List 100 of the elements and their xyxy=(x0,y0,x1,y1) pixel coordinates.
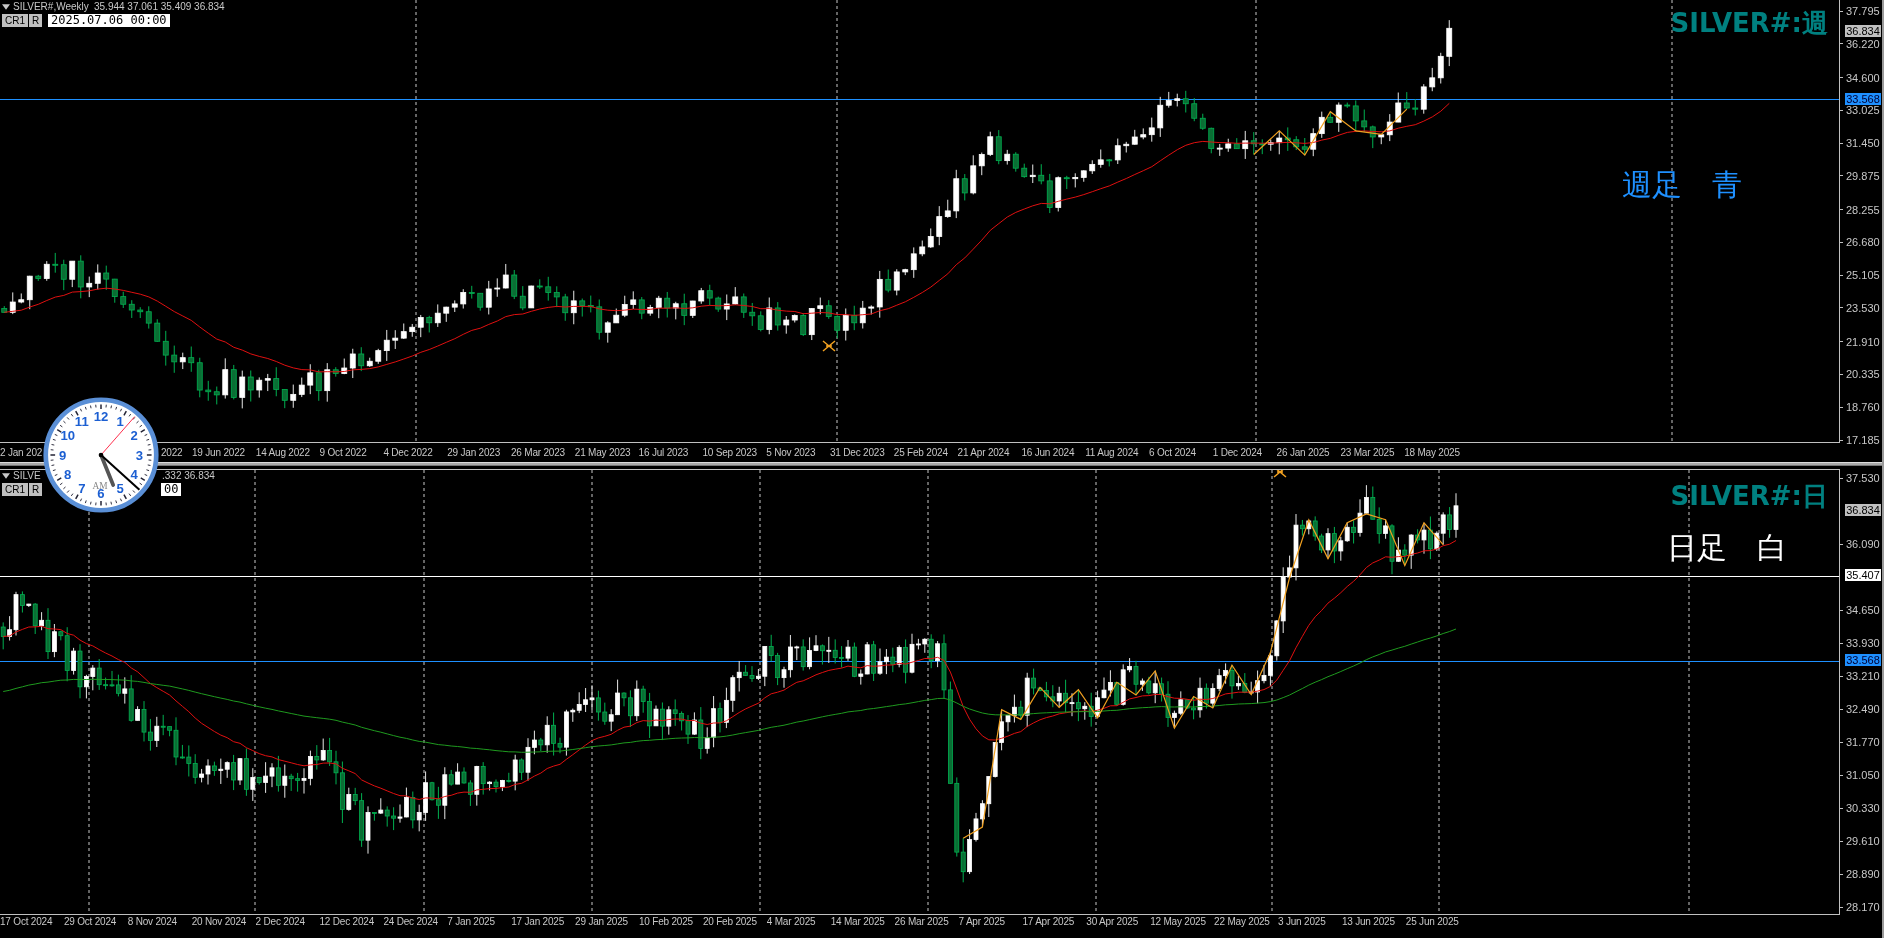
date-label: 22 May 2025 xyxy=(1214,915,1270,928)
ohlc-values: 35.944 37.061 35.409 36.834 xyxy=(94,1,225,13)
price-label: 28.170 xyxy=(1846,901,1880,913)
chart-note: 週足 青 xyxy=(1622,168,1742,202)
chart-title: SILVER#:日 xyxy=(1670,481,1828,511)
date-label: 1 Dec 2024 xyxy=(1212,446,1262,459)
clock-numeral: 1 xyxy=(116,414,124,430)
date-label: 29 Jan 2025 xyxy=(575,915,628,928)
date-label: 21 May 2023 xyxy=(574,446,631,459)
toolbar-button[interactable]: CR1 xyxy=(2,14,28,27)
date-label: 10 Feb 2025 xyxy=(639,915,693,928)
date-label: 16 Jul 2023 xyxy=(638,446,689,459)
date-label: 29 Oct 2024 xyxy=(63,915,117,928)
price-label: 28.890 xyxy=(1846,868,1880,880)
date-label: 5 Nov 2023 xyxy=(766,446,816,459)
price-label: 17.185 xyxy=(1846,434,1880,446)
price-label: 33.930 xyxy=(1846,637,1880,649)
clock-numeral: 9 xyxy=(58,447,67,463)
price-label: 33.210 xyxy=(1846,670,1880,682)
clock-numeral: 5 xyxy=(116,480,124,496)
price-label: 30.330 xyxy=(1846,802,1880,814)
date-label: 19 Jun 2022 xyxy=(192,446,245,459)
date-label: 17 Jan 2025 xyxy=(511,915,565,928)
price-label: 34.600 xyxy=(1846,71,1880,84)
clock-numeral: 11 xyxy=(74,414,89,430)
price-label: 37.795 xyxy=(1846,5,1880,17)
price-label: 28.255 xyxy=(1846,203,1880,216)
date-label: 25 Jun 2025 xyxy=(1405,915,1459,928)
date-label: 2022 xyxy=(161,446,183,459)
date-field[interactable]: 00 xyxy=(161,483,182,496)
price-label: 34.650 xyxy=(1846,604,1880,616)
price-label: 33.025 xyxy=(1846,104,1880,117)
clock-numeral: 3 xyxy=(135,447,144,463)
price-badge: 33.568 xyxy=(1845,654,1881,666)
toolbar-button[interactable]: R xyxy=(29,483,43,496)
date-label: 14 Mar 2025 xyxy=(830,915,885,928)
date-label: 20 Feb 2025 xyxy=(702,915,757,928)
chart-title: SILVER#:週 xyxy=(1670,8,1828,38)
price-label: 20.335 xyxy=(1846,368,1880,381)
toolbar-button[interactable]: R xyxy=(29,14,43,27)
price-badge: 36.834 xyxy=(1845,25,1881,37)
date-label: 17 Oct 2024 xyxy=(0,915,53,928)
date-label: 8 Nov 2024 xyxy=(127,915,177,928)
price-label: 32.490 xyxy=(1846,703,1880,715)
date-label: 7 Jan 2025 xyxy=(447,915,495,928)
price-label: 37.530 xyxy=(1846,472,1880,484)
date-field[interactable]: 2025.07.06 00:00 xyxy=(48,14,170,27)
clock-numeral: 4 xyxy=(130,466,138,482)
date-label: 2 Dec 2024 xyxy=(255,915,305,928)
chart-note: 日足 白 xyxy=(1667,531,1787,565)
date-label: 4 Mar 2025 xyxy=(766,915,816,928)
date-label: 21 Apr 2024 xyxy=(957,446,1010,459)
date-label: 3 Jun 2025 xyxy=(1278,915,1326,928)
date-label: 12 May 2025 xyxy=(1150,915,1206,928)
toolbar-button[interactable]: CR1 xyxy=(2,483,28,496)
date-label: 26 Jan 2025 xyxy=(1276,446,1330,459)
price-label: 29.610 xyxy=(1846,835,1880,847)
price-badge: 33.568 xyxy=(1845,93,1881,105)
price-label: 23.530 xyxy=(1846,301,1880,314)
date-label: 29 Jan 2023 xyxy=(447,446,501,459)
date-label: 13 Jun 2025 xyxy=(1341,915,1395,928)
date-label: 9 Oct 2022 xyxy=(319,446,367,459)
date-label: 16 Jun 2024 xyxy=(1021,446,1075,459)
date-label: 17 Apr 2025 xyxy=(1022,915,1075,928)
ohlc-values: .332 36.834 xyxy=(162,470,215,482)
price-label: 18.760 xyxy=(1846,401,1880,414)
date-label: 25 Feb 2024 xyxy=(893,446,948,459)
price-badge: 35.407 xyxy=(1845,569,1881,581)
price-label: 36.090 xyxy=(1846,538,1880,550)
price-label: 36.220 xyxy=(1846,37,1880,50)
price-label: 25.105 xyxy=(1846,269,1880,282)
date-label: 30 Apr 2025 xyxy=(1086,915,1139,928)
clock-numeral: 8 xyxy=(64,466,72,482)
date-label: 20 Nov 2024 xyxy=(191,915,247,928)
date-label: 12 Dec 2024 xyxy=(319,915,374,928)
clock-numeral: 12 xyxy=(93,409,109,425)
price-label: 31.450 xyxy=(1846,137,1880,150)
symbol-label: SILVE xyxy=(13,470,41,482)
price-label: 26.680 xyxy=(1846,236,1880,249)
price-label: 31.770 xyxy=(1846,736,1880,748)
date-label: 14 Aug 2022 xyxy=(255,446,310,459)
date-label: 26 Mar 2025 xyxy=(894,915,949,928)
clock-numeral: 2 xyxy=(130,428,138,444)
date-label: 10 Sep 2023 xyxy=(702,446,757,459)
price-badge: 36.834 xyxy=(1845,504,1881,516)
price-label: 29.875 xyxy=(1846,169,1880,182)
date-label: 26 Mar 2023 xyxy=(511,446,565,459)
date-label: 2 Jan 202 xyxy=(0,446,43,459)
date-label: 18 May 2025 xyxy=(1404,446,1460,459)
date-label: 31 Dec 2023 xyxy=(830,446,885,459)
date-label: 4 Dec 2022 xyxy=(383,446,433,459)
clock-numeral: 10 xyxy=(60,428,76,444)
price-label: 21.910 xyxy=(1846,335,1880,348)
clock-numeral: 7 xyxy=(78,480,86,496)
price-label: 31.050 xyxy=(1846,769,1880,781)
date-label: 24 Dec 2024 xyxy=(383,915,438,928)
symbol-label: SILVER#,Weekly xyxy=(13,1,89,13)
date-label: 7 Apr 2025 xyxy=(958,915,1005,928)
date-label: 23 Mar 2025 xyxy=(1340,446,1395,459)
date-label: 6 Oct 2024 xyxy=(1149,446,1196,459)
